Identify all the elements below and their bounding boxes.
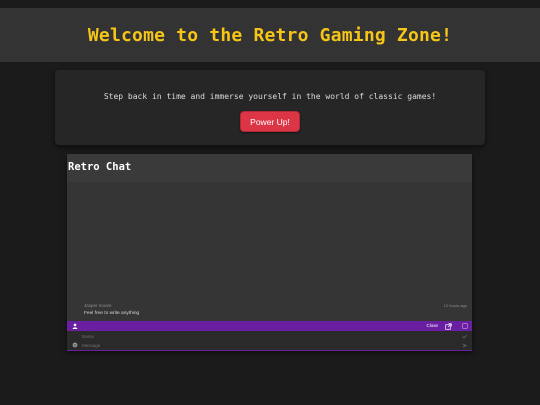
name-input[interactable] (81, 332, 461, 341)
message-text: Feel free to write anything (84, 311, 140, 316)
settings-icon[interactable] (462, 323, 468, 329)
close-chat-link[interactable]: Close (426, 323, 438, 328)
chat-bottom-border (67, 350, 472, 351)
name-confirm-icon[interactable] (462, 334, 467, 339)
smiley-icon[interactable] (72, 342, 78, 348)
external-link-icon[interactable] (445, 322, 452, 330)
message-author: Jasper moore (84, 303, 112, 308)
chat-form (67, 331, 472, 351)
user-icon[interactable] (72, 323, 78, 329)
chat-message-list[interactable] (67, 182, 472, 321)
message-timestamp: 12 hours ago (443, 303, 467, 308)
chat-header: Retro Chat (67, 154, 472, 182)
intro-card: Step back in time and immerse yourself i… (55, 70, 485, 145)
intro-text: Step back in time and immerse yourself i… (103, 92, 437, 101)
chat-toolbar: Close (67, 321, 472, 331)
page-title: Welcome to the Retro Gaming Zone! (87, 24, 453, 46)
send-icon[interactable] (462, 343, 467, 348)
site-header: Welcome to the Retro Gaming Zone! (0, 8, 540, 62)
message-input[interactable] (81, 341, 461, 350)
power-up-button[interactable]: Power Up! (240, 111, 300, 132)
chat-title: Retro Chat (68, 161, 132, 173)
chat-panel: Retro Chat Jasper moore 12 hours ago Fee… (67, 154, 472, 351)
